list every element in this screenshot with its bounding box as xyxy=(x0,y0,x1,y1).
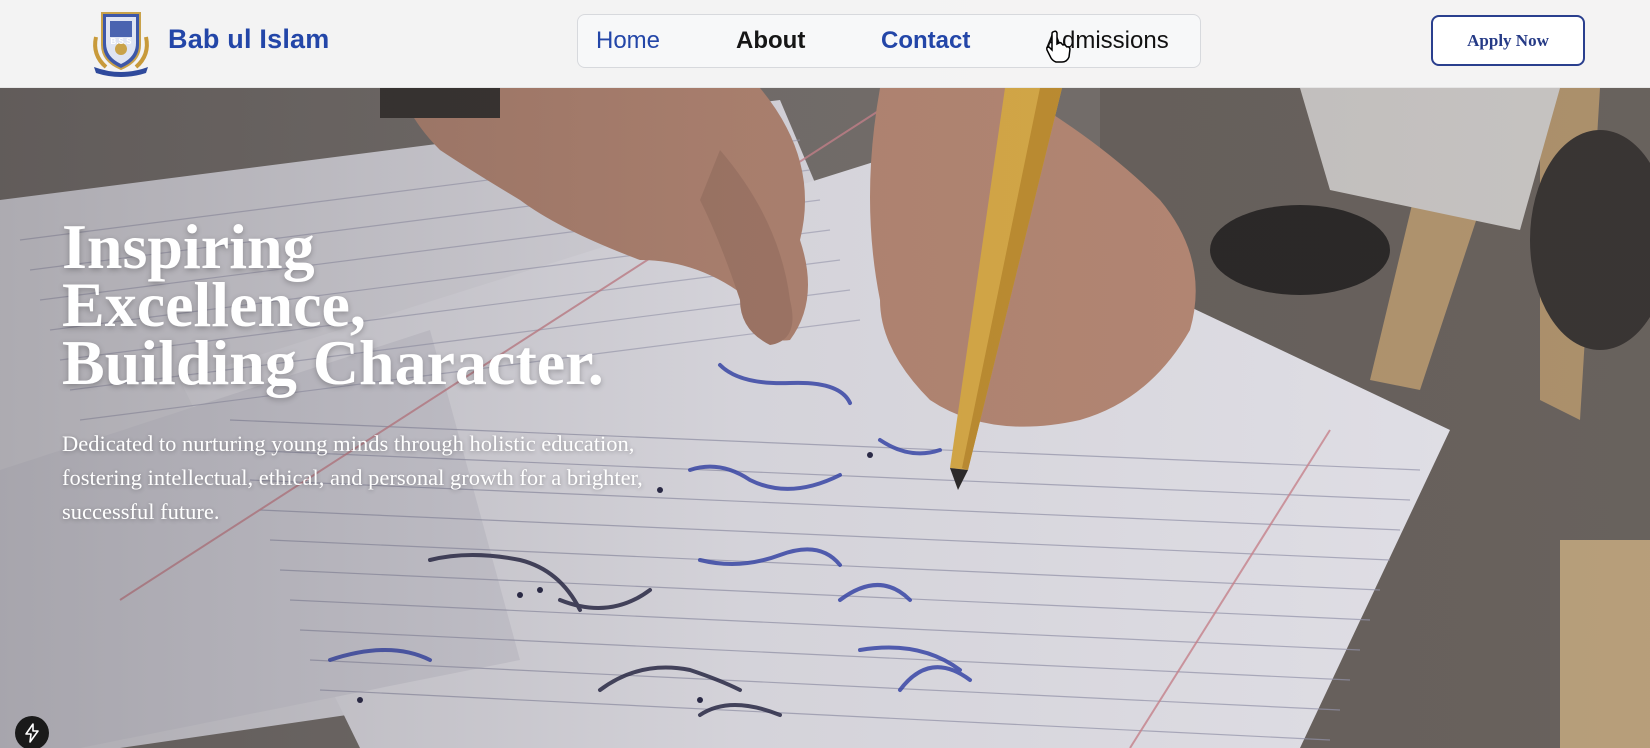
nav-about-link[interactable]: About xyxy=(736,27,805,55)
hero-title-line: Inspiring xyxy=(62,211,315,282)
svg-text:B.S.S: B.S.S xyxy=(111,37,133,46)
main-nav: Home About Contact Admissions xyxy=(577,14,1201,68)
hero-title: Inspiring Excellence, Building Character… xyxy=(62,211,782,398)
apply-now-button[interactable]: Apply Now xyxy=(1431,15,1585,66)
hero-subtitle: Dedicated to nurturing young minds throu… xyxy=(62,431,643,524)
nav-home-link[interactable]: Home xyxy=(596,27,660,55)
shield-crest-icon: B.S.S xyxy=(93,12,149,77)
hero-title-line: Building Character. xyxy=(62,327,604,398)
hero-title-line: Excellence, xyxy=(62,269,366,340)
floating-bolt-button[interactable] xyxy=(15,716,49,748)
hand-pointer-cursor-icon xyxy=(1046,30,1071,63)
navbar: B.S.S Bab ul Islam Home About Contact Ad… xyxy=(0,0,1650,88)
nav-contact-link[interactable]: Contact xyxy=(881,27,970,55)
lightning-bolt-icon xyxy=(25,723,39,743)
school-logo[interactable]: B.S.S xyxy=(88,7,154,77)
brand-name[interactable]: Bab ul Islam xyxy=(168,24,329,55)
